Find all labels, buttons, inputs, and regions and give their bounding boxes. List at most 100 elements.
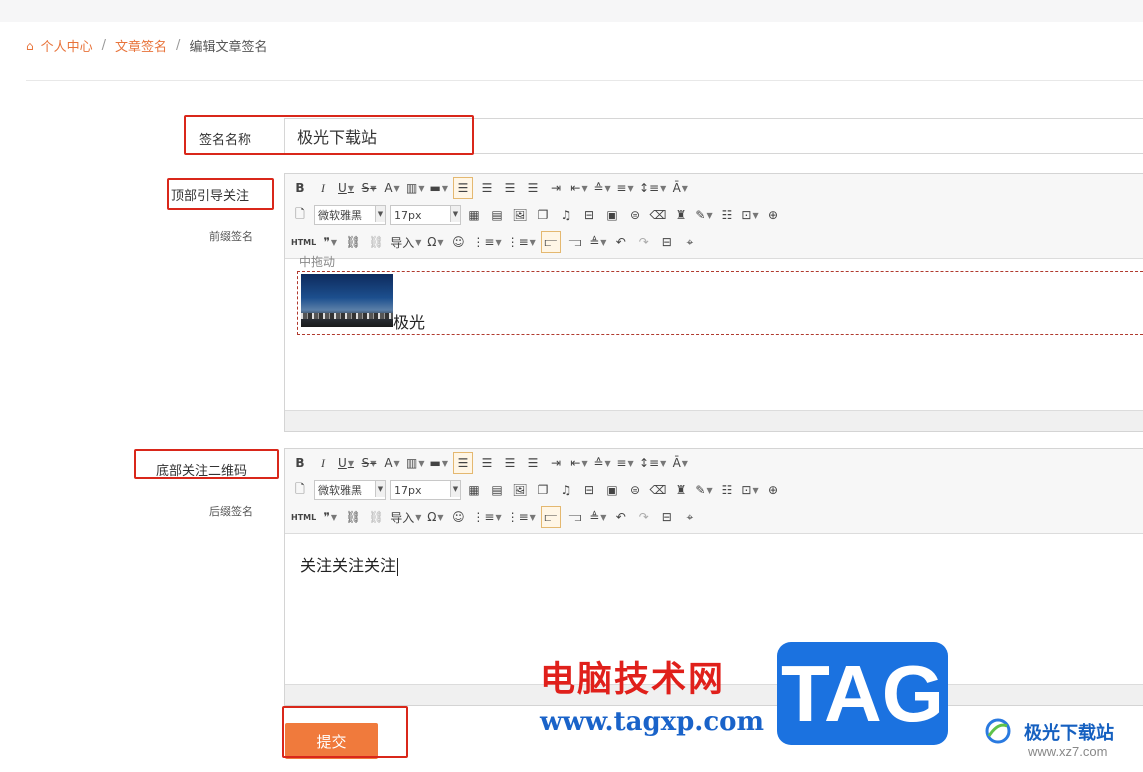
text-direction-icon[interactable]: ≜ ▼ [589, 507, 607, 527]
breadcrumb-section-link[interactable]: 文章签名 [115, 36, 167, 55]
aurora-image[interactable] [301, 274, 393, 327]
video-icon[interactable]: ▣ [603, 205, 621, 225]
music-icon[interactable]: ♫ [557, 205, 575, 225]
line-height-icon[interactable]: ↕≡ ▼ [639, 178, 666, 198]
page-break-icon[interactable]: ⊜ [626, 205, 644, 225]
list-icon[interactable]: ☷ [718, 480, 736, 500]
align-right-icon[interactable]: ☰ [501, 453, 519, 473]
unordered-list-icon[interactable]: ⋮≡ ▼ [507, 507, 536, 527]
redo-icon[interactable]: ↷ [635, 507, 653, 527]
indent-icon[interactable]: ⇥ [547, 178, 565, 198]
strikethrough-icon[interactable]: S ▼ [360, 178, 378, 198]
image-icon[interactable]: 🖼 [511, 480, 529, 500]
font-family-select[interactable]: 微软雅黑 ▼ [314, 480, 386, 500]
new-document-icon[interactable]: 🗋 [291, 480, 309, 500]
link-icon[interactable]: ⛓ [344, 232, 362, 252]
insert-table-icon[interactable]: ▤ [488, 480, 506, 500]
float-right-icon[interactable]: ⫎ [566, 232, 584, 252]
align-justify-icon[interactable]: ☰ [524, 453, 542, 473]
stamp-icon[interactable]: ♜ [672, 480, 690, 500]
emoticon-icon[interactable]: ☺ [449, 232, 467, 252]
unordered-list-icon[interactable]: ⋮≡ ▼ [507, 232, 536, 252]
redo-icon[interactable]: ↷ [635, 232, 653, 252]
font-family-select[interactable]: 微软雅黑 ▼ [314, 205, 386, 225]
font-size-select[interactable]: 17px ▼ [390, 480, 461, 500]
insert-table-icon[interactable]: ▤ [488, 205, 506, 225]
magic-wand-icon[interactable]: ✎ ▼ [695, 480, 713, 500]
signature-name-input[interactable] [284, 118, 1143, 154]
html-source-button[interactable]: HTML [291, 232, 316, 252]
font-color-icon[interactable]: A ▼ [383, 453, 401, 473]
special-char-icon[interactable]: Ω ▼ [426, 232, 444, 252]
map-icon[interactable]: ⌖ [681, 232, 699, 252]
float-left-icon[interactable]: ⫍ [540, 506, 561, 528]
outdent-icon[interactable]: ⇤ ▼ [570, 453, 588, 473]
font-color-icon[interactable]: A ▼ [383, 178, 401, 198]
eraser-icon[interactable]: ⌫ [649, 480, 667, 500]
italic-icon[interactable]: I [314, 178, 332, 198]
align-center-icon[interactable]: ☰ [478, 178, 496, 198]
attachment-icon[interactable]: ⊟ [580, 480, 598, 500]
bold-icon[interactable]: B [291, 453, 309, 473]
row-spacing-icon[interactable]: ≡ ▼ [616, 453, 634, 473]
search-replace-icon[interactable]: ⊕ [764, 205, 782, 225]
editor-content-area[interactable]: 中拖动 极光 [285, 255, 1143, 412]
italic-icon[interactable]: I [314, 453, 332, 473]
float-left-icon[interactable]: ⫍ [540, 231, 561, 253]
align-left-icon[interactable]: ☰ [453, 452, 473, 474]
unlink-icon[interactable]: ⛓ [367, 507, 385, 527]
indent-icon[interactable]: ⇥ [547, 453, 565, 473]
search-replace-icon[interactable]: ⊕ [764, 480, 782, 500]
align-left-icon[interactable]: ☰ [453, 177, 473, 199]
line-height-icon[interactable]: ↕≡ ▼ [639, 453, 666, 473]
background-color-icon[interactable]: ▥ ▼ [406, 178, 425, 198]
clear-format-icon[interactable]: Ā ▼ [671, 453, 689, 473]
table-icon[interactable]: ▦ [465, 205, 483, 225]
strikethrough-icon[interactable]: S ▼ [360, 453, 378, 473]
text-direction-icon[interactable]: ≜ ▼ [589, 232, 607, 252]
align-justify-icon[interactable]: ☰ [524, 178, 542, 198]
emoticon-icon[interactable]: ☺ [449, 507, 467, 527]
align-right-icon[interactable]: ☰ [501, 178, 519, 198]
multi-image-icon[interactable]: ❐ [534, 205, 552, 225]
bold-icon[interactable]: B [291, 178, 309, 198]
align-center-icon[interactable]: ☰ [478, 453, 496, 473]
table-icon[interactable]: ▦ [465, 480, 483, 500]
undo-icon[interactable]: ↶ [612, 232, 630, 252]
map-icon[interactable]: ⌖ [681, 507, 699, 527]
link-icon[interactable]: ⛓ [344, 507, 362, 527]
font-size-select[interactable]: 17px ▼ [390, 205, 461, 225]
undo-icon[interactable]: ↶ [612, 507, 630, 527]
image-icon[interactable]: 🖼 [511, 205, 529, 225]
attachment-icon[interactable]: ⊟ [580, 205, 598, 225]
clear-format-icon[interactable]: Ā ▼ [671, 178, 689, 198]
ordered-list-icon[interactable]: ⋮≡ ▼ [472, 507, 501, 527]
background-color-icon[interactable]: ▥ ▼ [406, 453, 425, 473]
paragraph-spacing-icon[interactable]: ≙ ▼ [593, 453, 611, 473]
row-spacing-icon[interactable]: ≡ ▼ [616, 178, 634, 198]
breadcrumb-home-link[interactable]: 个人中心 [41, 36, 93, 55]
import-button[interactable]: 导入 ▼ [390, 507, 421, 527]
outdent-icon[interactable]: ⇤ ▼ [570, 178, 588, 198]
template-icon[interactable]: ⊡ ▼ [741, 205, 759, 225]
template-icon[interactable]: ⊡ ▼ [741, 480, 759, 500]
paragraph-spacing-icon[interactable]: ≙ ▼ [593, 178, 611, 198]
new-document-icon[interactable]: 🗋 [291, 205, 309, 225]
underline-icon[interactable]: U ▼ [337, 178, 355, 198]
list-icon[interactable]: ☷ [718, 205, 736, 225]
page-break-icon[interactable]: ⊜ [626, 480, 644, 500]
multi-image-icon[interactable]: ❐ [534, 480, 552, 500]
home-icon[interactable]: ⌂ [26, 39, 34, 53]
submit-button[interactable]: 提交 [285, 723, 378, 759]
unlink-icon[interactable]: ⛓ [367, 232, 385, 252]
blockquote-icon[interactable]: ❞ ▼ [321, 507, 339, 527]
code-block-icon[interactable]: ▬ ▼ [430, 453, 449, 473]
float-right-icon[interactable]: ⫎ [566, 507, 584, 527]
html-source-button[interactable]: HTML [291, 507, 316, 527]
ordered-list-icon[interactable]: ⋮≡ ▼ [472, 232, 501, 252]
video-icon[interactable]: ▣ [603, 480, 621, 500]
magic-wand-icon[interactable]: ✎ ▼ [695, 205, 713, 225]
stamp-icon[interactable]: ♜ [672, 205, 690, 225]
underline-icon[interactable]: U ▼ [337, 453, 355, 473]
code-block-icon[interactable]: ▬ ▼ [430, 178, 449, 198]
